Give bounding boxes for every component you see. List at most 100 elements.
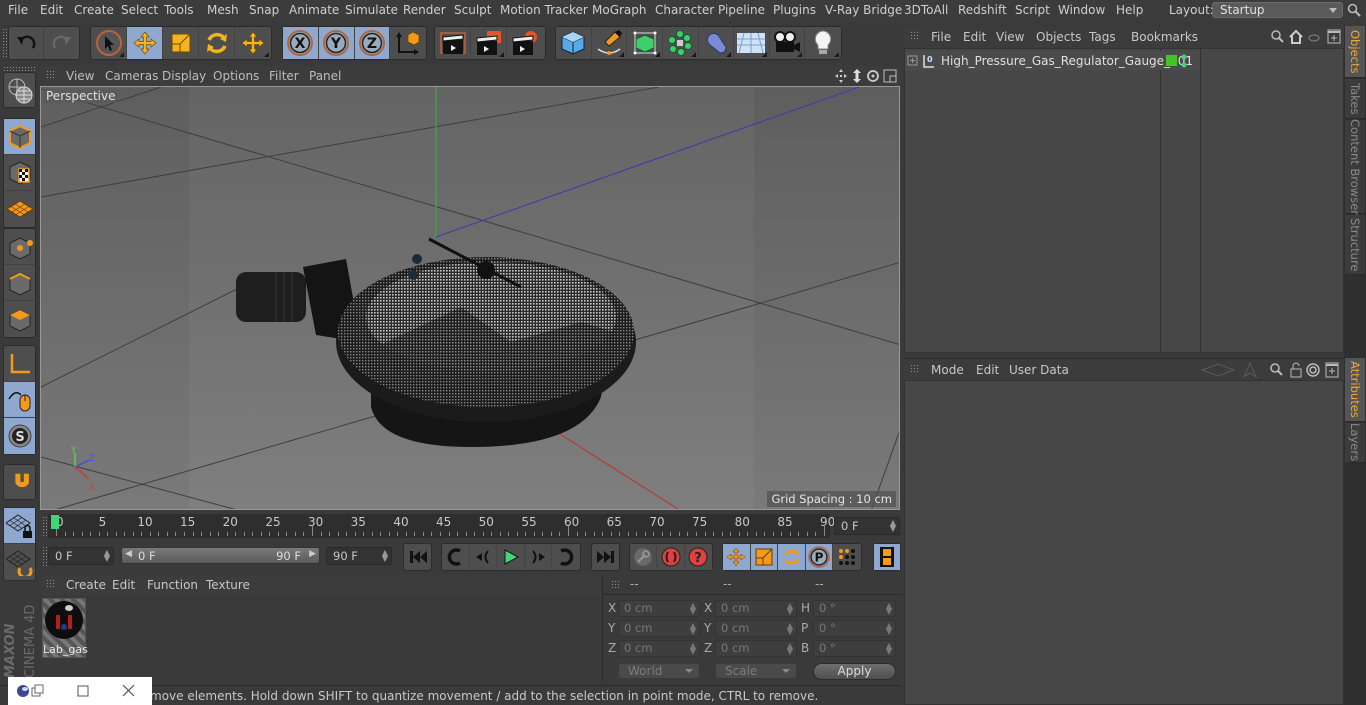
dolly-icon[interactable]	[853, 69, 861, 83]
menu-help[interactable]: Help	[1116, 3, 1143, 17]
undo-button[interactable]	[9, 27, 45, 59]
material-menu-edit[interactable]: Edit	[112, 578, 135, 592]
objects-menu-edit[interactable]: Edit	[963, 30, 986, 44]
menu-select[interactable]: Select	[121, 3, 158, 17]
coord-rotation-field[interactable]: 0 ° ▲ ▼	[813, 600, 896, 617]
spinner-icon[interactable]: ▲ ▼	[690, 642, 696, 656]
current-frame-field[interactable]: 0 F ▲ ▼	[834, 517, 900, 535]
axis-mode-button[interactable]	[4, 346, 35, 382]
objects-menu-file[interactable]: File	[931, 30, 951, 44]
points-mode-button[interactable]	[4, 229, 35, 265]
texture-mode-button[interactable]	[4, 155, 35, 191]
edges-mode-button[interactable]	[4, 265, 35, 301]
apply-button[interactable]: Apply	[813, 663, 896, 680]
workplane-mode-button[interactable]	[4, 191, 35, 227]
range-left-arrow-icon[interactable]: ◀	[125, 549, 132, 559]
target-icon[interactable]	[1306, 363, 1320, 377]
spinner-icon[interactable]: ▲ ▼	[890, 519, 896, 533]
magnet-button[interactable]	[4, 465, 35, 501]
search-icon[interactable]	[1270, 363, 1283, 376]
toolbar-grip[interactable]	[3, 66, 36, 71]
menu-vray-bridge[interactable]: V-Ray Bridge	[825, 3, 902, 17]
transport-grip[interactable]	[42, 546, 47, 566]
panel-grip[interactable]	[611, 580, 621, 590]
new-window-icon[interactable]	[1327, 29, 1341, 44]
cloner-button[interactable]	[663, 27, 699, 59]
tab-objects[interactable]: Objects	[1345, 26, 1365, 78]
make-editable-button[interactable]	[4, 73, 35, 109]
render-picture-viewer-button[interactable]	[471, 27, 507, 59]
rotate-tool[interactable]	[199, 27, 235, 59]
lock-icon[interactable]	[1290, 362, 1302, 378]
tab-takes[interactable]: Takes	[1345, 79, 1365, 119]
record-key-button[interactable]	[630, 544, 658, 570]
material-menu-texture[interactable]: Texture	[206, 578, 250, 592]
autokey-button[interactable]	[657, 544, 685, 570]
coord-size-field[interactable]: 0 cm ▲ ▼	[715, 620, 797, 637]
search-icon[interactable]	[1347, 3, 1361, 17]
visibility-dots-icon[interactable]	[1180, 53, 1188, 69]
render-settings-button[interactable]	[507, 27, 543, 59]
back-arrow-icon[interactable]	[1200, 363, 1236, 377]
menu-create[interactable]: Create	[74, 3, 114, 17]
object-name[interactable]: High_Pressure_Gas_Regulator_Gauge_001	[941, 54, 1193, 68]
spinner-icon[interactable]: ▲ ▼	[382, 549, 388, 563]
play-button[interactable]	[497, 544, 525, 570]
menu-redshift[interactable]: Redshift	[958, 3, 1007, 17]
menu-window[interactable]: Window	[1058, 3, 1105, 17]
key-rotation-button[interactable]	[778, 544, 806, 570]
scale-mode-dropdown[interactable]: Scale	[715, 663, 797, 679]
viewport-menu-view[interactable]: View	[66, 69, 94, 83]
maximize-view-icon[interactable]	[883, 69, 897, 83]
menu-file[interactable]: File	[8, 3, 28, 17]
viewport-menu-display[interactable]: Display	[162, 69, 206, 83]
keyframe-selection-button[interactable]: ?	[685, 544, 712, 570]
key-position-button[interactable]	[723, 544, 751, 570]
menu-mograph[interactable]: MoGraph	[592, 3, 647, 17]
expand-icon[interactable]	[907, 55, 918, 66]
x-axis-lock[interactable]: X	[283, 27, 319, 59]
material-menu-create[interactable]: Create	[66, 578, 106, 592]
orbit-icon[interactable]	[867, 70, 879, 82]
collapse-icon[interactable]	[1308, 34, 1320, 42]
attributes-menu-edit[interactable]: Edit	[976, 363, 999, 377]
key-pla-button[interactable]	[833, 544, 861, 570]
menu-edit[interactable]: Edit	[40, 3, 63, 17]
spinner-icon[interactable]: ▲ ▼	[886, 642, 892, 656]
up-arrow-icon[interactable]	[1242, 361, 1258, 379]
panel-grip[interactable]	[910, 364, 920, 374]
menu-pipeline[interactable]: Pipeline	[718, 3, 765, 17]
live-selection-tool[interactable]	[91, 27, 127, 59]
cube-object-button[interactable]	[556, 27, 592, 59]
scale-tool[interactable]	[163, 27, 199, 59]
coord-position-field[interactable]: 0 cm ▲ ▼	[618, 620, 700, 637]
key-parameter-button[interactable]: P	[805, 544, 834, 570]
material-menu-function[interactable]: Function	[147, 578, 198, 592]
coord-size-field[interactable]: 0 cm ▲ ▼	[715, 600, 797, 617]
tab-layers[interactable]: Layers	[1345, 423, 1365, 463]
tab-structure[interactable]: Structure	[1345, 215, 1365, 275]
pan-icon[interactable]	[835, 69, 847, 83]
objects-menu-objects[interactable]: Objects	[1036, 30, 1081, 44]
objects-menu-bookmarks[interactable]: Bookmarks	[1131, 30, 1198, 44]
cinema4d-app-icon[interactable]	[16, 684, 46, 698]
z-axis-lock[interactable]: Z	[354, 27, 391, 59]
menu-render[interactable]: Render	[403, 3, 446, 17]
coord-size-field[interactable]: 0 cm ▲ ▼	[715, 640, 797, 657]
panel-grip[interactable]	[46, 579, 56, 589]
spinner-icon[interactable]: ▲ ▼	[787, 622, 793, 636]
viewport-menu-options[interactable]: Options	[213, 69, 259, 83]
spinner-icon[interactable]: ▲ ▼	[690, 622, 696, 636]
coordinate-mode-dropdown[interactable]: World	[618, 663, 700, 679]
objects-menu-view[interactable]: View	[996, 30, 1024, 44]
redo-button[interactable]	[44, 27, 79, 59]
render-view-button[interactable]	[435, 27, 471, 59]
spinner-icon[interactable]: ▲ ▼	[787, 602, 793, 616]
attributes-menu-mode[interactable]: Mode	[931, 363, 964, 377]
menu-snap[interactable]: Snap	[249, 3, 279, 17]
search-icon[interactable]	[1271, 30, 1284, 43]
toolbar-grip[interactable]	[2, 28, 7, 58]
last-tool[interactable]	[235, 27, 271, 59]
polygons-mode-button[interactable]	[4, 301, 35, 337]
goto-start-button[interactable]	[404, 544, 431, 570]
